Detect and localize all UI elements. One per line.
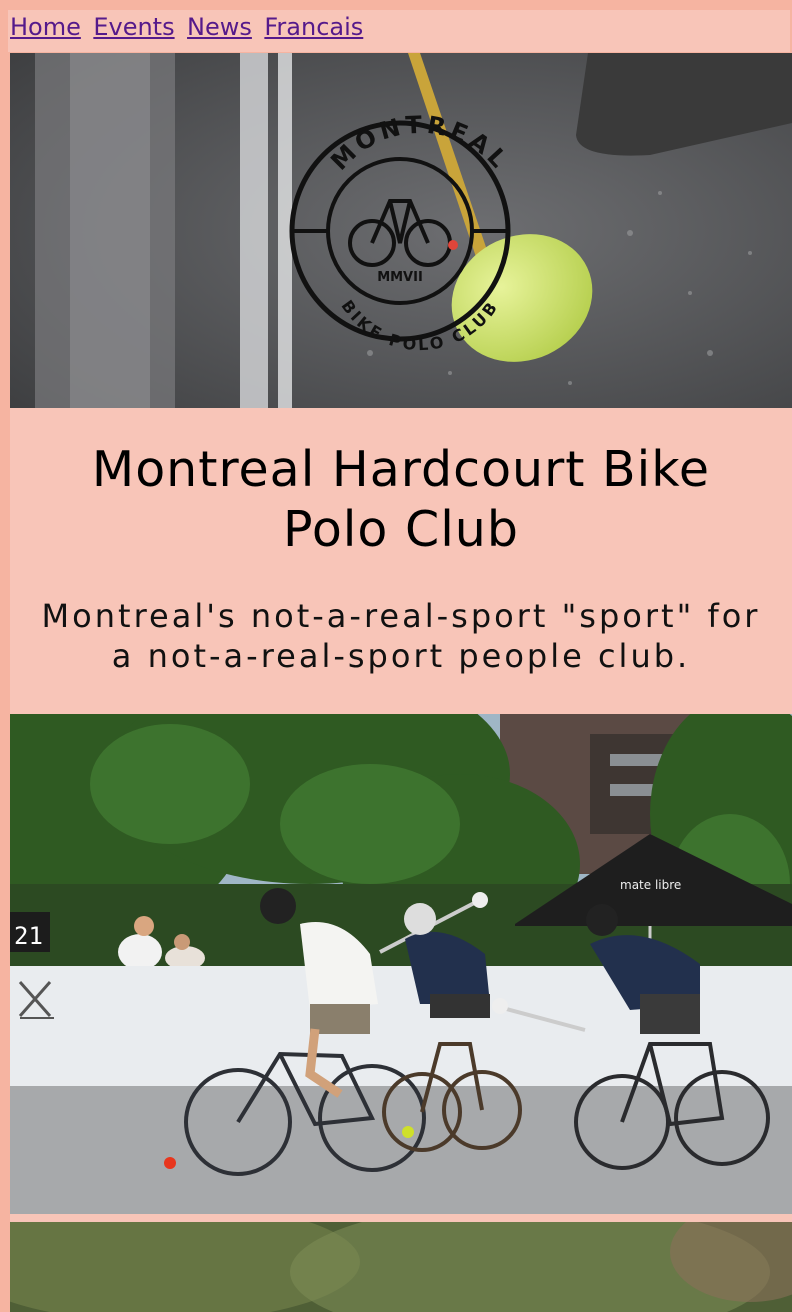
nav-link-events[interactable]: Events (91, 10, 174, 44)
top-nav: Home Events News Francais (8, 10, 790, 52)
logo-year: MMVII (377, 270, 423, 285)
scoreboard: 21 (14, 922, 43, 950)
title-block: Montreal Hardcourt Bike Polo Club Montre… (10, 408, 792, 714)
action-photo: mate libre 21 (10, 714, 792, 1214)
tent-text: mate libre (620, 878, 681, 892)
nav-link-home[interactable]: Home (8, 10, 81, 44)
third-photo (10, 1222, 792, 1312)
hero-photo: MONTREAL BIKE POLO CLUB MMVII (10, 53, 792, 408)
page-title: Montreal Hardcourt Bike Polo Club (91, 441, 711, 558)
nav-link-news[interactable]: News (185, 10, 252, 44)
hero-image: MONTREAL BIKE POLO CLUB MMVII (10, 53, 792, 408)
nav-link-francais[interactable]: Francais (262, 10, 363, 44)
top-strip (0, 0, 792, 10)
section-gap (10, 1214, 792, 1222)
third-image (10, 1222, 792, 1312)
bike-polo-players-photo: mate libre 21 (10, 714, 792, 1214)
tagline: Montreal's not-a-real-sport "sport" for … (41, 597, 761, 675)
